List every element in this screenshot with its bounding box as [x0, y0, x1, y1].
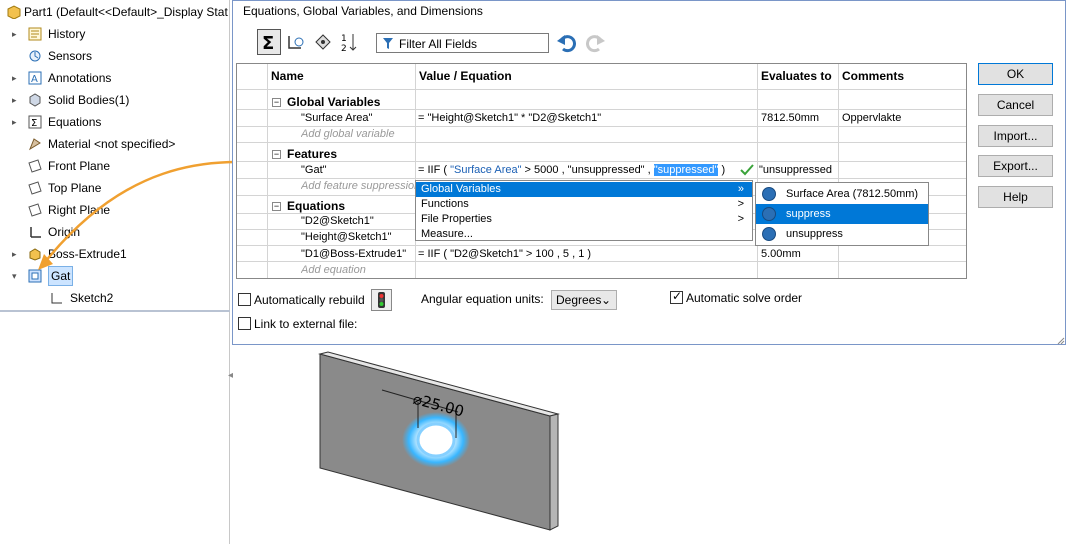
rebuild-traffic-light-button[interactable] [371, 289, 392, 311]
resize-grip[interactable] [1055, 334, 1065, 345]
submenu-arrow-icon: > [737, 198, 744, 210]
equations-table: Name Value / Equation Evaluates to Comme… [236, 63, 967, 279]
auto-rebuild-checkbox[interactable] [238, 293, 251, 306]
cancel-button[interactable]: Cancel [978, 94, 1053, 116]
import-button[interactable]: Import... [978, 125, 1053, 147]
row-d1-evaluates: 5.00mm [761, 248, 801, 260]
row-gat-evaluates: "unsuppressed [759, 164, 833, 176]
rollback-bar[interactable] [0, 310, 230, 312]
part-model-view[interactable]: ⌀25.00 [300, 340, 580, 544]
equation-view-button[interactable]: Σ [257, 29, 281, 55]
column-header-name[interactable]: Name [268, 64, 416, 89]
row-height-name[interactable]: "Height@Sketch1" [301, 229, 392, 245]
ok-button[interactable]: OK [978, 63, 1053, 85]
auto-rebuild-label: Automatically rebuild [254, 293, 365, 307]
export-button[interactable]: Export... [978, 155, 1053, 177]
redo-button[interactable] [583, 31, 607, 55]
sketch-equation-view-button[interactable] [283, 29, 307, 55]
angular-units-label: Angular equation units: [421, 292, 544, 306]
undo-button[interactable] [555, 31, 579, 55]
row-gat-name[interactable]: "Gat" [301, 162, 327, 178]
column-header-evaluates[interactable]: Evaluates to [758, 64, 839, 89]
ordered-view-button[interactable]: 12 [337, 29, 361, 55]
menu-item-file-properties[interactable]: File Properties > [416, 212, 752, 227]
filter-field[interactable]: Filter All Fields [376, 33, 549, 53]
help-button[interactable]: Help [978, 186, 1053, 208]
collapse-icon[interactable]: − [272, 202, 281, 212]
expand-icon: » [737, 183, 744, 195]
section-equations[interactable]: − Equations [272, 198, 345, 214]
globe-icon [762, 187, 776, 201]
sigma-icon: Σ [262, 33, 274, 54]
row-surface-area-value[interactable]: = "Height@Sketch1" * "D2@Sketch1" [418, 110, 601, 126]
svg-text:1: 1 [341, 34, 347, 44]
globe-icon [762, 227, 776, 241]
section-global-variables[interactable]: − Global Variables [272, 94, 380, 110]
filter-icon [383, 38, 393, 49]
svg-text:2: 2 [341, 44, 347, 54]
auto-solve-checkbox[interactable] [670, 289, 683, 304]
row-d1-value[interactable]: = IIF ( "D2@Sketch1" > 100 , 5 , 1 ) [418, 246, 591, 262]
section-features[interactable]: − Features [272, 146, 337, 162]
equations-dialog: Equations, Global Variables, and Dimensi… [232, 0, 1066, 345]
row-surface-area-name[interactable]: "Surface Area" [301, 110, 372, 126]
dimension-view-button[interactable] [311, 29, 335, 55]
submenu-item-surface-area[interactable]: Surface Area (7812.50mm) [756, 184, 928, 204]
column-header-comments[interactable]: Comments [839, 64, 966, 89]
menu-item-functions[interactable]: Functions > [416, 197, 752, 212]
menu-item-global-variables[interactable]: Global Variables» [416, 182, 752, 197]
row-d1-name[interactable]: "D1@Boss-Extrude1" [301, 246, 406, 262]
dimension-view-icon [315, 34, 331, 50]
svg-text:Σ: Σ [262, 33, 274, 54]
check-icon[interactable] [740, 164, 754, 176]
undo-icon [557, 35, 576, 53]
link-external-checkbox[interactable] [238, 317, 251, 330]
collapse-icon[interactable]: − [272, 150, 281, 160]
submenu-arrow-icon: > [737, 213, 744, 225]
menu-item-measure[interactable]: Measure... [416, 227, 752, 242]
chevron-down-icon: ⌄ [600, 293, 611, 307]
add-global-variable-cell[interactable]: Add global variable [301, 126, 395, 142]
add-feature-suppression-cell[interactable]: Add feature suppression [301, 178, 420, 194]
collapse-icon[interactable]: − [272, 98, 281, 108]
insert-menu: Global Variables» Functions > File Proper… [415, 180, 753, 241]
globe-icon [762, 207, 776, 221]
submenu-item-unsuppress[interactable]: unsuppress [756, 224, 928, 244]
redo-icon [586, 35, 605, 53]
sketch-view-icon [288, 36, 304, 49]
row-gat-value[interactable]: = IIF ( "Surface Area" > 5000 , "unsuppr… [418, 162, 736, 178]
auto-solve-label: Automatic solve order [686, 291, 803, 305]
column-header-value[interactable]: Value / Equation [416, 64, 758, 89]
submenu-item-suppress[interactable]: suppress [756, 204, 928, 224]
global-variables-submenu: Surface Area (7812.50mm) suppress unsupp… [755, 182, 929, 246]
ordered-view-icon: 12 [341, 34, 357, 54]
resize-grip-icon [1057, 337, 1065, 345]
row-surface-area-comments[interactable]: Oppervlakte [842, 110, 901, 126]
row-surface-area-evaluates: 7812.50mm [761, 112, 820, 124]
link-external-label: Link to external file: [254, 317, 358, 331]
angular-units-select[interactable]: Degrees ⌄ [551, 290, 617, 310]
dialog-title: Equations, Global Variables, and Dimensi… [243, 4, 483, 18]
panel-splitter-handle[interactable]: ◂ [228, 370, 236, 386]
add-equation-cell[interactable]: Add equation [301, 262, 366, 278]
traffic-light-icon [378, 292, 385, 308]
row-d2-name[interactable]: "D2@Sketch1" [301, 213, 374, 229]
